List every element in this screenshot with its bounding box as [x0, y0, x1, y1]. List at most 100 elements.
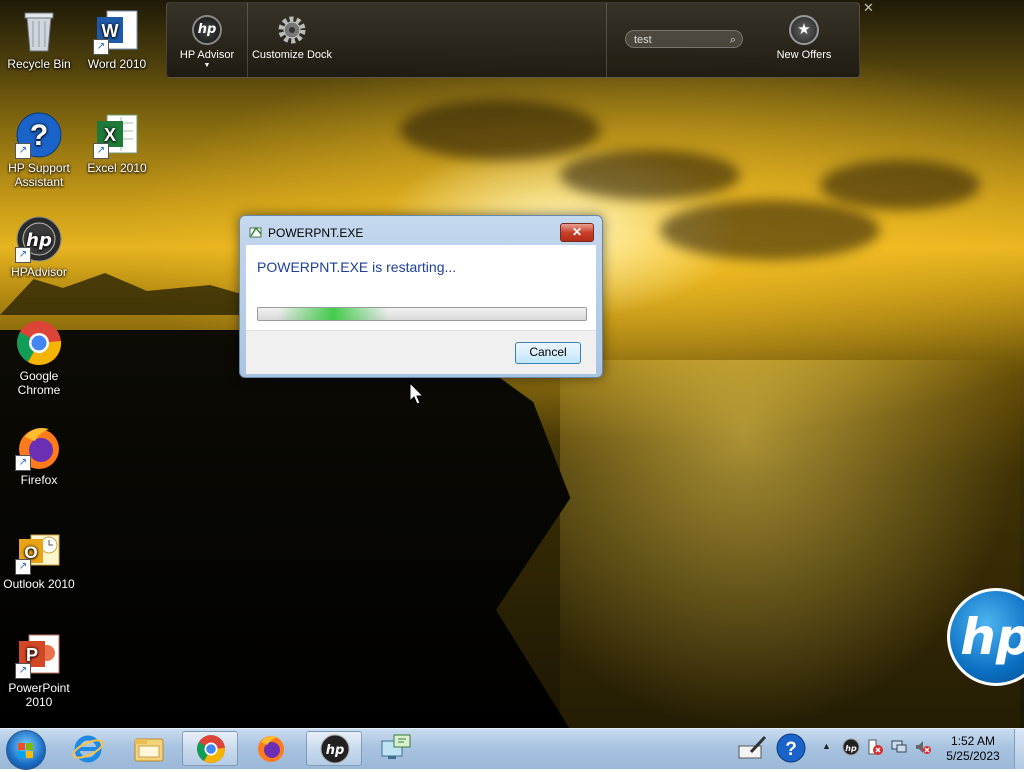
recycle-bin-icon — [15, 7, 63, 55]
shortcut-arrow-icon: ↗ — [15, 247, 31, 263]
clock-date: 5/25/2023 — [946, 749, 1000, 763]
svg-text:?: ? — [785, 739, 797, 760]
dock-close-icon[interactable]: ✕ — [863, 0, 874, 16]
desktop-icon-label: HP Support Assistant — [8, 161, 70, 189]
cloud — [400, 100, 600, 160]
excel-icon: X ↗ — [93, 111, 141, 159]
shortcut-arrow-icon: ↗ — [15, 143, 31, 159]
dock-search-input[interactable]: test ⌕ — [625, 30, 743, 48]
desktop-icon-powerpoint[interactable]: P ↗ PowerPoint 2010 — [1, 631, 77, 709]
hp-icon: hp — [320, 734, 350, 764]
taskbar-chrome[interactable] — [182, 731, 238, 766]
svg-text:hp: hp — [845, 744, 857, 753]
taskbar-explorer[interactable] — [121, 731, 177, 766]
shortcut-arrow-icon: ↗ — [93, 39, 109, 55]
gear-icon — [277, 15, 307, 45]
hp-advisor-icon: hp — [192, 15, 222, 45]
firefox-icon — [258, 736, 284, 762]
cancel-button[interactable]: Cancel — [515, 342, 581, 364]
coastline — [0, 330, 571, 728]
clock-time: 1:52 AM — [950, 734, 996, 748]
system-clock[interactable]: 1:52 AM 5/25/2023 — [935, 734, 1011, 764]
show-hidden-icons-chevron-up-icon[interactable]: ▲ — [822, 741, 831, 751]
svg-text:?: ? — [30, 119, 48, 152]
desktop-icon-word[interactable]: W ↗ Word 2010 — [79, 7, 155, 71]
dialog-body: POWERPNT.EXE is restarting... Cancel — [246, 245, 596, 374]
tray-network-icon[interactable] — [890, 738, 908, 759]
tray-pen-icon[interactable] — [737, 734, 769, 765]
dock-hp-advisor[interactable]: hp HP Advisor ▼ — [177, 15, 237, 69]
restart-dialog: POWERPNT.EXE ✕ POWERPNT.EXE is restartin… — [239, 215, 603, 378]
windows-logo-icon — [18, 743, 33, 758]
cloud — [820, 160, 980, 210]
mouse-cursor-icon — [409, 381, 425, 409]
shortcut-arrow-icon: ↗ — [15, 663, 31, 679]
dock-hp-advisor-label: HP Advisor — [179, 49, 235, 61]
desktop-icon-label: Outlook 2010 — [3, 577, 75, 591]
star-icon: ★ — [789, 15, 819, 45]
tray-hp-support-icon[interactable]: ? — [776, 733, 806, 766]
hp-advisor-icon: hp ↗ — [15, 215, 63, 263]
taskbar-network[interactable] — [368, 731, 424, 766]
ie-icon — [72, 735, 104, 763]
svg-text:X: X — [104, 125, 116, 145]
show-desktop-button[interactable] — [1014, 729, 1024, 769]
tray-hp-icon[interactable]: hp — [842, 738, 860, 759]
dock-new-offers[interactable]: ★ New Offers — [769, 15, 839, 61]
desktop-icon-label: Google Chrome — [17, 369, 61, 397]
word-icon: W ↗ — [93, 7, 141, 55]
dock-separator — [247, 3, 248, 77]
outlook-icon: O ↗ — [15, 527, 63, 575]
desktop: Recycle Bin W ↗ Word 2010 ? ↗ HP Support… — [0, 0, 1024, 728]
search-value: test — [634, 34, 652, 46]
search-icon[interactable]: ⌕ — [730, 31, 736, 49]
desktop-icon-hp-support[interactable]: ? ↗ HP Support Assistant — [1, 111, 77, 189]
desktop-icon-label: Firefox — [20, 473, 58, 487]
explorer-icon — [134, 738, 164, 762]
start-button[interactable] — [6, 730, 46, 770]
tray-volume-muted-icon[interactable] — [914, 738, 932, 759]
desktop-icon-chrome[interactable]: Google Chrome — [1, 319, 77, 397]
desktop-icon-outlook[interactable]: O ↗ Outlook 2010 — [1, 527, 77, 591]
desktop-icon-recycle-bin[interactable]: Recycle Bin — [1, 7, 77, 71]
desktop-icon-label: Recycle Bin — [7, 57, 71, 71]
dock-new-offers-label: New Offers — [776, 49, 832, 61]
tray-action-center-icon[interactable] — [866, 738, 884, 759]
desktop-icon-label: Excel 2010 — [87, 161, 147, 175]
chrome-icon — [197, 735, 226, 763]
dialog-close-button[interactable]: ✕ — [560, 223, 594, 242]
progress-bar — [257, 307, 587, 321]
taskbar-firefox[interactable] — [243, 731, 299, 766]
shortcut-arrow-icon: ↗ — [93, 143, 109, 159]
dock-customize[interactable]: Customize Dock — [251, 15, 333, 61]
firefox-icon: ↗ — [15, 423, 63, 471]
dock-customize-label: Customize Dock — [251, 49, 333, 61]
shortcut-arrow-icon: ↗ — [15, 559, 31, 575]
hp-dock: hp HP Advisor ▼ Customize Dock test ⌕ ★ … — [166, 2, 860, 78]
dialog-title: POWERPNT.EXE — [268, 226, 364, 240]
taskbar-hp[interactable]: hp — [306, 731, 362, 766]
app-icon — [249, 225, 263, 239]
desktop-icon-label: Word 2010 — [87, 57, 147, 71]
taskbar-ie[interactable] — [60, 731, 116, 766]
network-computer-icon — [381, 734, 411, 759]
desktop-icon-firefox[interactable]: ↗ Firefox — [1, 423, 77, 487]
cloud — [660, 200, 880, 260]
sea-reflection — [560, 360, 1020, 728]
cloud — [560, 150, 740, 200]
shortcut-arrow-icon: ↗ — [15, 455, 31, 471]
svg-text:W: W — [102, 21, 119, 41]
chrome-icon — [15, 319, 63, 367]
svg-text:P: P — [26, 645, 38, 665]
progress-indicator — [278, 308, 388, 320]
hp-support-icon: ? ↗ — [15, 111, 63, 159]
taskbar: hp ? ▲ hp 1:52 AM 5/25/2023 — [0, 728, 1024, 770]
desktop-icon-hpadvisor[interactable]: hp ↗ HPAdvisor — [1, 215, 77, 279]
svg-text:hp: hp — [326, 743, 345, 758]
dialog-message: POWERPNT.EXE is restarting... — [257, 259, 457, 275]
powerpoint-icon: P ↗ — [15, 631, 63, 679]
desktop-icon-label: PowerPoint 2010 — [8, 681, 70, 709]
dialog-footer: Cancel — [246, 330, 596, 374]
desktop-icon-excel[interactable]: X ↗ Excel 2010 — [79, 111, 155, 175]
chevron-down-icon: ▼ — [203, 62, 211, 69]
